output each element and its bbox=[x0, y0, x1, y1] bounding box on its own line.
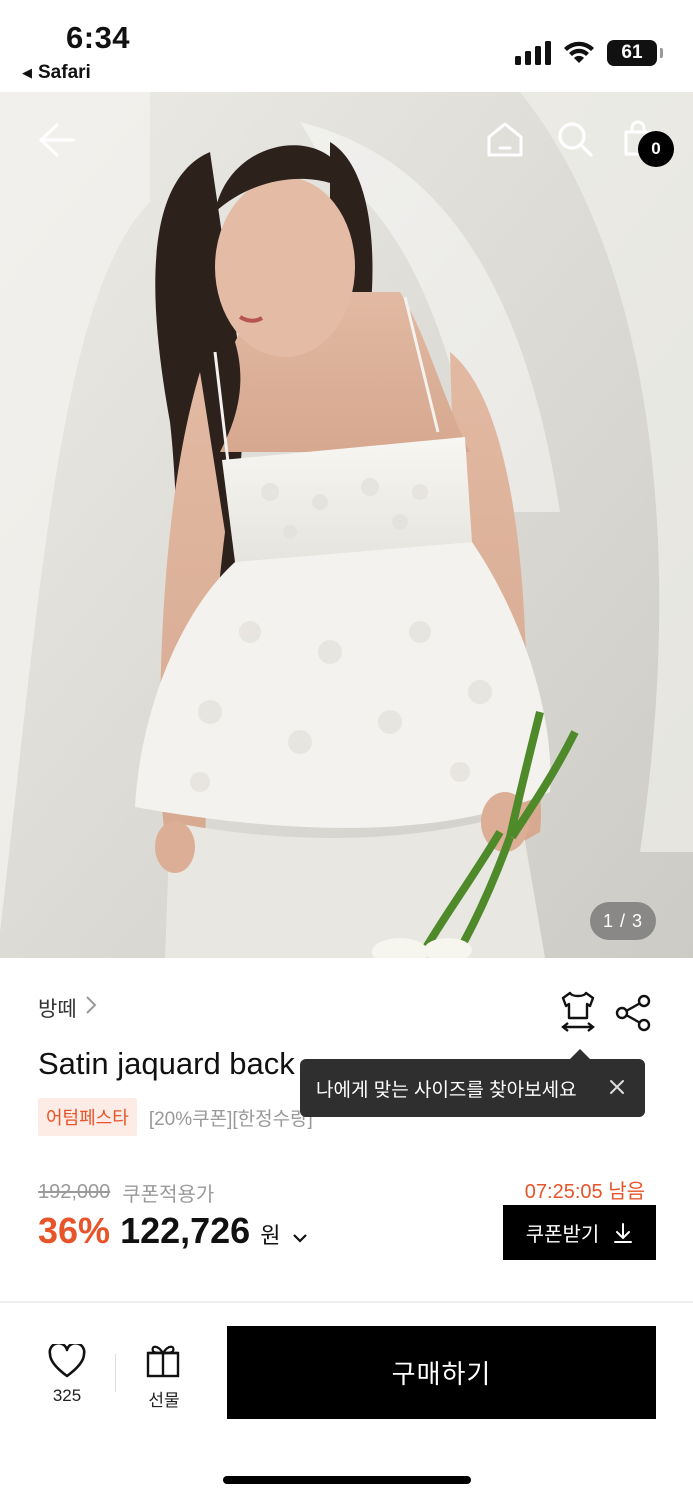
coupon-price-label: 쿠폰적용가 bbox=[122, 1184, 215, 1206]
buy-button[interactable]: 구매하기 bbox=[227, 1326, 656, 1419]
gift-button[interactable] bbox=[145, 1342, 183, 1383]
close-icon bbox=[610, 1080, 624, 1094]
download-icon bbox=[614, 1222, 633, 1243]
size-guide-button[interactable] bbox=[558, 990, 598, 1034]
coupon-download-button[interactable]: 쿠폰받기 bbox=[503, 1205, 656, 1260]
bottom-separator bbox=[115, 1354, 116, 1392]
coupon-button-label: 쿠폰받기 bbox=[525, 1224, 600, 1246]
currency-unit: 원 bbox=[260, 1223, 281, 1248]
product-tags: 어텀페스타 [20%쿠폰][한정수량] bbox=[38, 1098, 313, 1136]
back-button[interactable] bbox=[34, 118, 78, 162]
discount-rate: 36% bbox=[38, 1210, 111, 1251]
home-button[interactable] bbox=[484, 118, 526, 160]
price-row[interactable]: 36% 122,726 원 bbox=[38, 1210, 308, 1252]
section-divider bbox=[0, 1301, 693, 1303]
image-counter: 1 / 3 bbox=[590, 902, 656, 940]
promo-tags: [20%쿠폰][한정수량] bbox=[148, 1108, 313, 1130]
search-button[interactable] bbox=[554, 118, 596, 160]
status-icons: 61 bbox=[515, 40, 663, 66]
brand-name: 방떼 bbox=[38, 998, 77, 1021]
gift-label: 선물 bbox=[148, 1391, 180, 1410]
share-icon bbox=[615, 994, 651, 1032]
tooltip-text: 나에게 맞는 사이즈를 찾아보세요 bbox=[316, 1079, 577, 1101]
back-app-label: Safari bbox=[38, 62, 91, 83]
chevron-right-icon bbox=[85, 995, 97, 1021]
cart-count-badge: 0 bbox=[638, 131, 674, 167]
back-to-safari[interactable]: ◀ Safari bbox=[22, 62, 91, 84]
countdown-timer: 07:25:05 남음 bbox=[524, 1181, 645, 1203]
wifi-icon bbox=[564, 41, 594, 63]
product-image-carousel[interactable] bbox=[0, 92, 693, 958]
status-bar: 6:34 ◀ Safari 61 bbox=[0, 0, 693, 92]
tshirt-size-icon bbox=[561, 991, 595, 1032]
chevron-down-icon bbox=[292, 1227, 308, 1248]
clock: 6:34 bbox=[66, 20, 131, 55]
sale-price: 122,726 bbox=[120, 1210, 251, 1251]
share-button[interactable] bbox=[614, 994, 652, 1032]
gift-icon bbox=[146, 1345, 180, 1378]
original-price-row: 192,000 쿠폰적용가 bbox=[38, 1178, 214, 1207]
product-photo bbox=[0, 92, 693, 958]
back-triangle-icon: ◀ bbox=[22, 65, 32, 80]
like-button[interactable] bbox=[46, 1341, 88, 1383]
event-badge: 어텀페스타 bbox=[38, 1098, 137, 1136]
original-price: 192,000 bbox=[38, 1181, 111, 1203]
home-icon bbox=[487, 122, 523, 157]
tooltip-close-button[interactable] bbox=[603, 1073, 631, 1101]
signal-icon bbox=[515, 41, 551, 65]
like-count: 325 bbox=[52, 1386, 82, 1405]
heart-icon bbox=[48, 1341, 86, 1378]
arrow-left-icon bbox=[39, 123, 75, 157]
size-tooltip: 나에게 맞는 사이즈를 찾아보세요 bbox=[300, 1049, 645, 1117]
search-icon bbox=[558, 122, 593, 157]
product-title: Satin jaquard back bbox=[38, 1046, 295, 1081]
battery-indicator: 61 bbox=[607, 40, 663, 66]
home-indicator bbox=[223, 1476, 471, 1484]
brand-link[interactable]: 방떼 bbox=[38, 993, 97, 1023]
